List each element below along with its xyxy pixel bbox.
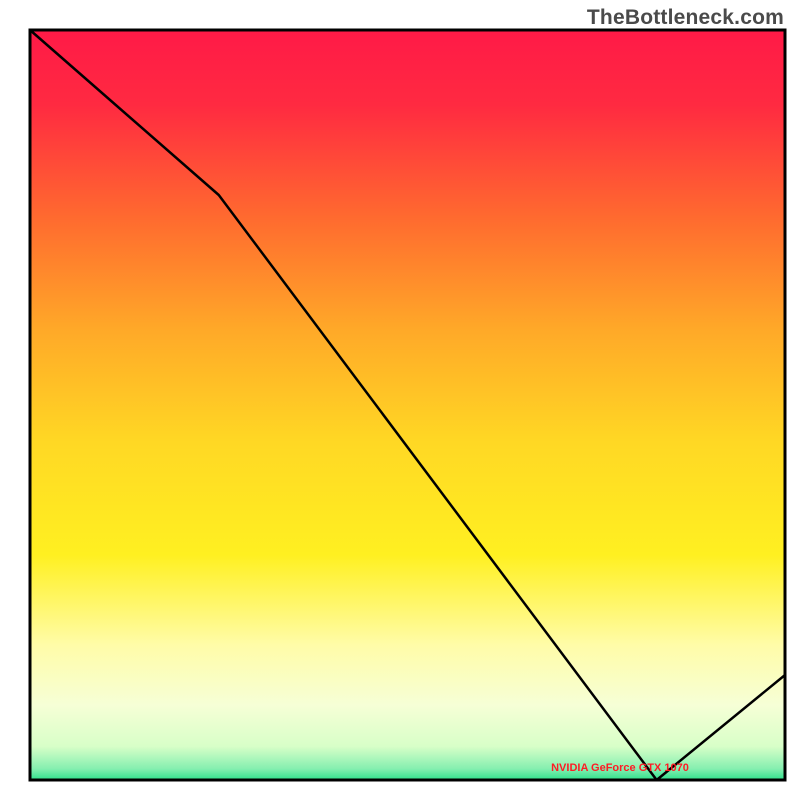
chart-container: TheBottleneck.com NVIDIA — [0, 0, 800, 800]
plot-gradient-area — [30, 30, 785, 780]
chart-svg: NVIDIA GeForce GTX 1070 — [0, 0, 800, 800]
annotation-label: NVIDIA GeForce GTX 1070 — [551, 762, 689, 774]
